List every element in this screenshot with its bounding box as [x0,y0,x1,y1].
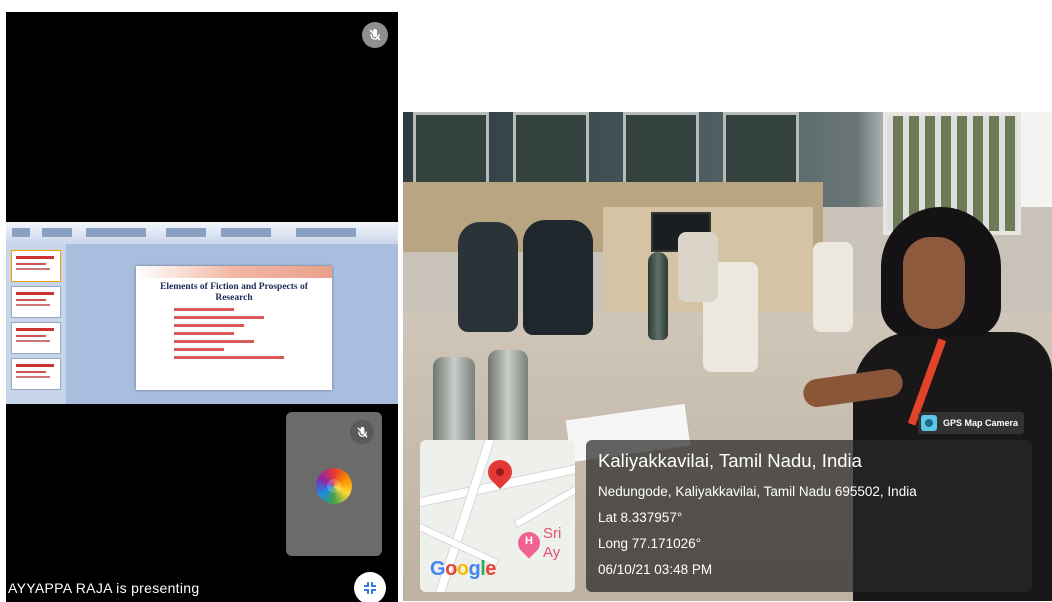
shared-screen: Elements of Fiction and Prospects of Res… [6,222,398,404]
google-logo: Google [430,558,496,580]
gps-photo: GPS Map Camera H Sri Ay Google Kaliyakka… [403,112,1052,601]
badge-label: GPS Map Camera [943,418,1019,428]
city-text: Kaliyakkavilai, Tamil Nadu, India [598,450,862,471]
longitude-text: Long 77.171026° [598,536,701,551]
datetime-text: 06/10/21 03:48 PM [598,562,713,577]
mic-off-icon[interactable] [362,22,388,48]
slide-thumbnail[interactable] [11,322,61,354]
location-info-box: Kaliyakkavilai, Tamil Nadu, India Nedung… [586,440,1032,592]
fullscreen-exit-icon[interactable] [354,572,386,602]
presenting-status: AYYAPPA RAJA is presenting [8,580,200,596]
mic-off-icon [350,420,374,444]
video-call-window: Elements of Fiction and Prospects of Res… [6,12,398,602]
slide-thumbnails [6,244,66,404]
slide-thumbnail[interactable] [11,286,61,318]
address-text: Nedungode, Kaliyakkavilai, Tamil Nadu 69… [598,484,917,499]
slide-title: Elements of Fiction and Prospects of Res… [160,282,308,303]
poi-label: Sri Ay [543,525,562,561]
presentation-ribbon [6,222,398,245]
gps-map-camera-badge: GPS Map Camera [918,412,1025,434]
slide-thumbnail[interactable] [11,358,61,390]
avatar [316,468,352,504]
camera-icon [921,415,937,431]
slide-body-lines [174,308,284,364]
slide-thumbnail[interactable] [11,250,61,282]
current-slide: Elements of Fiction and Prospects of Res… [136,266,332,390]
map-thumbnail: H Sri Ay Google [420,440,575,592]
participant-tile[interactable] [286,412,382,556]
slide-workspace: Elements of Fiction and Prospects of Res… [66,244,398,404]
latitude-text: Lat 8.337957° [598,510,683,525]
